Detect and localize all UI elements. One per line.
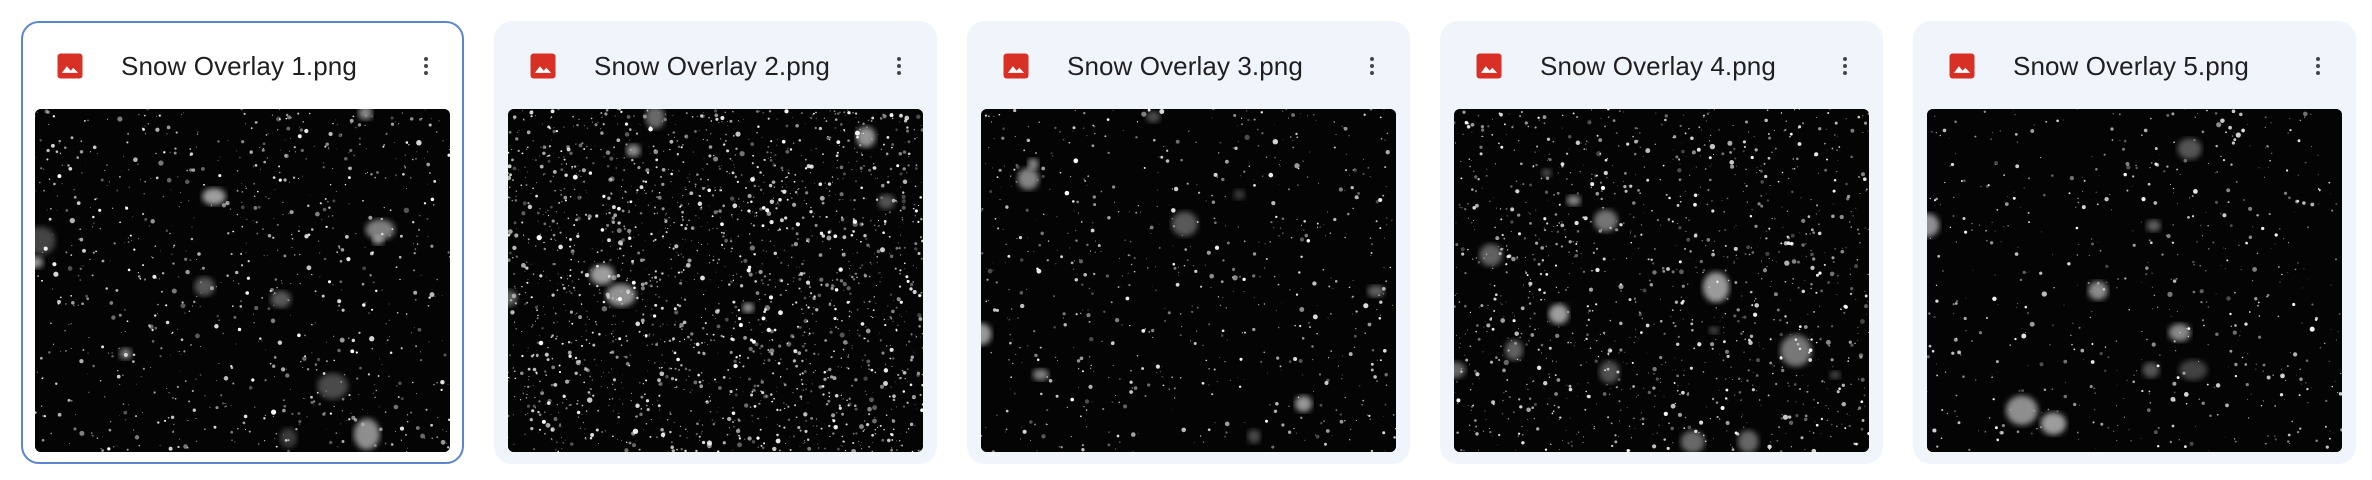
- image-thumbnail[interactable]: [508, 109, 923, 452]
- image-file-icon: [1947, 51, 1977, 81]
- more-actions-button[interactable]: [1350, 44, 1394, 88]
- image-file-icon: [1001, 51, 1031, 81]
- file-card-header: Snow Overlay 3.png: [969, 23, 1408, 109]
- file-name: Snow Overlay 4.png: [1540, 50, 1776, 81]
- image-file-icon: [55, 51, 85, 81]
- more-vert-icon: [1843, 57, 1847, 75]
- file-card-4[interactable]: Snow Overlay 4.png: [1440, 21, 1883, 464]
- image-thumbnail[interactable]: [1927, 109, 2342, 452]
- more-vert-icon: [897, 57, 901, 75]
- file-card-header: Snow Overlay 1.png: [23, 23, 462, 109]
- file-name: Snow Overlay 1.png: [121, 50, 357, 81]
- file-name: Snow Overlay 5.png: [2013, 50, 2249, 81]
- file-card-header: Snow Overlay 5.png: [1915, 23, 2354, 109]
- image-thumbnail[interactable]: [981, 109, 1396, 452]
- more-vert-icon: [1370, 57, 1374, 75]
- file-grid: Snow Overlay 1.png Snow Overlay 2.png Sn…: [21, 21, 2356, 464]
- more-vert-icon: [424, 57, 428, 75]
- file-card-2[interactable]: Snow Overlay 2.png: [494, 21, 937, 464]
- more-actions-button[interactable]: [1823, 44, 1867, 88]
- more-actions-button[interactable]: [2296, 44, 2340, 88]
- file-card-header: Snow Overlay 2.png: [496, 23, 935, 109]
- more-actions-button[interactable]: [404, 44, 448, 88]
- more-actions-button[interactable]: [877, 44, 921, 88]
- file-name: Snow Overlay 2.png: [594, 50, 830, 81]
- file-card-3[interactable]: Snow Overlay 3.png: [967, 21, 1410, 464]
- image-thumbnail[interactable]: [1454, 109, 1869, 452]
- image-thumbnail[interactable]: [35, 109, 450, 452]
- image-file-icon: [1474, 51, 1504, 81]
- more-vert-icon: [2316, 57, 2320, 75]
- file-card-5[interactable]: Snow Overlay 5.png: [1913, 21, 2356, 464]
- file-card-1[interactable]: Snow Overlay 1.png: [21, 21, 464, 464]
- file-name: Snow Overlay 3.png: [1067, 50, 1303, 81]
- image-file-icon: [528, 51, 558, 81]
- file-card-header: Snow Overlay 4.png: [1442, 23, 1881, 109]
